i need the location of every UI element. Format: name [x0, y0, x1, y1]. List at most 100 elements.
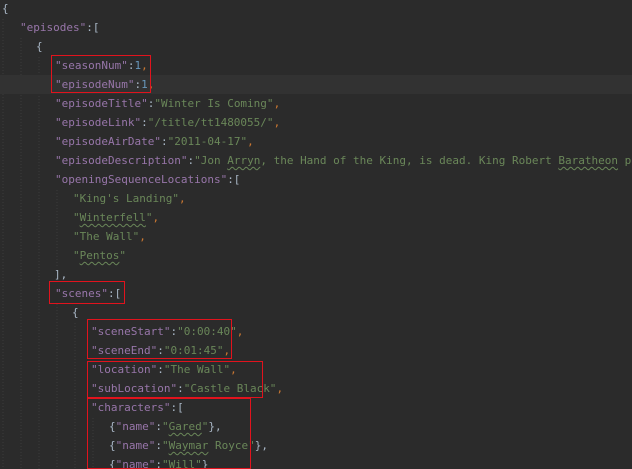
- json-key: "episodeAirDate": [55, 135, 161, 148]
- spellcheck-word: Gared: [168, 420, 202, 433]
- json-brace: {: [109, 420, 116, 433]
- json-key: "sceneStart": [91, 325, 171, 338]
- code-line[interactable]: ],: [0, 265, 632, 284]
- episode-description-line: "episodeDescription":"Jon Arryn, the Han…: [55, 151, 632, 170]
- json-colon: :: [157, 344, 164, 357]
- json-comma: ,: [147, 78, 155, 91]
- json-string: plans to as: [624, 154, 632, 167]
- array-close-bracket: ],: [54, 268, 68, 281]
- json-comma: ,: [276, 382, 284, 395]
- code-line[interactable]: {"name":"Gared"},: [0, 417, 632, 436]
- json-punctuation: :[: [86, 21, 100, 34]
- code-line[interactable]: "episodeAirDate":"2011-04-17",: [0, 132, 632, 151]
- code-line[interactable]: "subLocation":"Castle Black",: [0, 379, 632, 398]
- spellcheck-word: Waymar: [168, 439, 209, 452]
- code-line[interactable]: "episodeTitle":"Winter Is Coming",: [0, 94, 632, 113]
- json-string: "King's Landing": [73, 192, 179, 205]
- code-line[interactable]: {"name":"Will"}: [0, 455, 632, 469]
- code-line[interactable]: "characters":[: [0, 398, 632, 417]
- json-comma: ,: [273, 116, 281, 129]
- object-open-brace: {: [36, 40, 43, 53]
- json-string: ": [73, 211, 80, 224]
- code-line[interactable]: "location":"The Wall",: [0, 360, 632, 379]
- code-line[interactable]: "episodeDescription":"Jon Arryn, the Han…: [0, 151, 632, 170]
- code-line[interactable]: "scenes":[: [0, 284, 632, 303]
- json-string: "The Wall": [163, 363, 231, 376]
- json-brace: },: [254, 439, 268, 452]
- code-line[interactable]: "sceneStart":"0:00:40",: [0, 322, 632, 341]
- json-string: Royce": [208, 439, 255, 452]
- season-num-line: "seasonNum":1,: [55, 56, 148, 75]
- location-line: "location":"The Wall",: [91, 360, 237, 379]
- code-line[interactable]: "King's Landing",: [0, 189, 632, 208]
- episode-air-date-line: "episodeAirDate":"2011-04-17",: [55, 132, 254, 151]
- json-code-editor[interactable]: { "episodes":[ { "seasonNum":1, "episode…: [0, 0, 632, 469]
- json-colon: :: [160, 135, 168, 148]
- json-key: "characters": [91, 401, 171, 414]
- json-comma: ,: [141, 59, 148, 72]
- code-line[interactable]: "seasonNum":1,: [0, 56, 632, 75]
- json-brace: {: [109, 458, 116, 469]
- json-brace: }: [201, 458, 209, 469]
- scene-end-line: "sceneEnd":"0:01:45",: [91, 341, 230, 360]
- code-line[interactable]: "episodes":[: [0, 18, 632, 37]
- code-line-current[interactable]: "episodeNum":1,: [0, 75, 632, 94]
- json-brace: },: [208, 420, 222, 433]
- episode-title-line: "episodeTitle":"Winter Is Coming",: [55, 94, 280, 113]
- code-line[interactable]: "The Wall",: [0, 227, 632, 246]
- json-string: , the Hand of the King, is dead. King Ro…: [260, 154, 559, 167]
- json-string: "0:00:40": [177, 325, 237, 338]
- episode-link-line: "episodeLink":"/title/tt1480055/",: [55, 113, 280, 132]
- json-punctuation: :[: [227, 173, 241, 186]
- json-key: "openingSequenceLocations": [55, 173, 228, 186]
- json-key: "seasonNum": [55, 59, 128, 72]
- json-key: "episodeLink": [55, 116, 142, 129]
- location-item: "The Wall",: [73, 227, 146, 246]
- json-string: ": [73, 249, 80, 262]
- json-key: "name": [115, 458, 156, 469]
- code-line[interactable]: "episodeLink":"/title/tt1480055/",: [0, 113, 632, 132]
- code-line[interactable]: "sceneEnd":"0:01:45",: [0, 341, 632, 360]
- spellcheck-word: Winterfell: [79, 211, 146, 224]
- code-line[interactable]: "Winterfell",: [0, 208, 632, 227]
- scenes-line: "scenes":[: [55, 284, 121, 303]
- json-key: "episodes": [20, 21, 87, 34]
- json-comma: ,: [178, 192, 186, 205]
- scene-start-line: "sceneStart":"0:00:40",: [91, 322, 243, 341]
- code-line[interactable]: "Pentos": [0, 246, 632, 265]
- json-number: 1: [141, 78, 148, 91]
- object-open-brace: {: [72, 306, 79, 319]
- json-colon: :: [177, 382, 184, 395]
- json-brace: {: [109, 439, 116, 452]
- json-comma: ,: [236, 325, 244, 338]
- json-key: "episodeTitle": [55, 97, 148, 110]
- code-line[interactable]: {"name":"Waymar Royce"},: [0, 436, 632, 455]
- json-comma: ,: [139, 230, 146, 243]
- spellcheck-word: Arryn: [227, 154, 261, 167]
- json-string: "0:01:45": [163, 344, 224, 357]
- opening-sequence-locations-line: "openingSequenceLocations":[: [55, 170, 240, 189]
- json-comma: ,: [273, 97, 281, 110]
- json-key: "episodeNum": [55, 78, 135, 91]
- json-key: "name": [115, 439, 156, 452]
- code-line[interactable]: {: [0, 37, 632, 56]
- json-string: ": [119, 249, 126, 262]
- json-colon: :: [141, 116, 148, 129]
- json-punctuation: :[: [107, 287, 122, 300]
- json-comma: ,: [152, 211, 160, 224]
- json-string: "Jon: [194, 154, 228, 167]
- code-line[interactable]: {: [0, 0, 632, 18]
- code-line[interactable]: {: [0, 303, 632, 322]
- episode-num-line: "episodeNum":1,: [55, 75, 154, 94]
- json-string: "Will": [162, 458, 202, 469]
- json-string: ": [162, 439, 169, 452]
- json-string: "/title/tt1480055/": [147, 116, 274, 129]
- json-key: "sceneEnd": [91, 344, 158, 357]
- json-comma: ,: [230, 363, 237, 376]
- spellcheck-word: Pentos: [79, 249, 120, 262]
- json-string: "2011-04-17": [167, 135, 248, 148]
- json-colon: :: [155, 439, 162, 452]
- code-line[interactable]: "openingSequenceLocations":[: [0, 170, 632, 189]
- json-colon: :: [155, 420, 162, 433]
- location-item: "Pentos": [73, 246, 126, 265]
